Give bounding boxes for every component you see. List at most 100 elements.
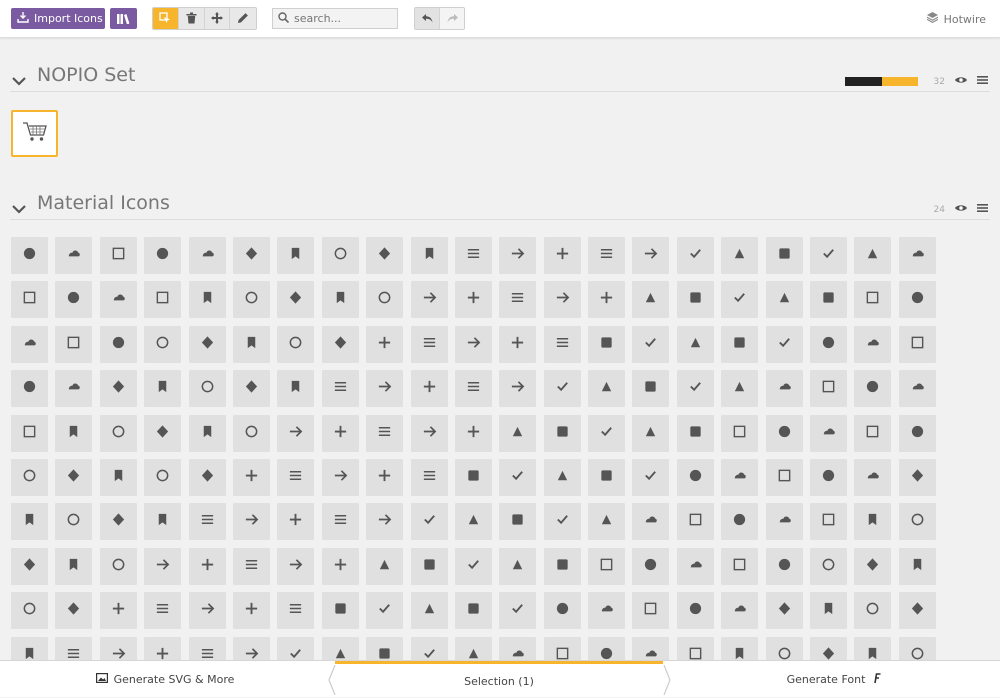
icon-tile[interactable]: [277, 281, 315, 319]
icon-tile[interactable]: [543, 325, 581, 363]
icon-tile[interactable]: [676, 281, 714, 319]
icon-tile[interactable]: [321, 503, 359, 541]
icon-tile[interactable]: [588, 547, 626, 585]
search-input[interactable]: [294, 12, 389, 25]
icon-tile[interactable]: [232, 503, 270, 541]
icon-tile[interactable]: [854, 370, 892, 408]
icon-tile[interactable]: [543, 281, 581, 319]
icon-tile[interactable]: [144, 370, 182, 408]
menu-icon[interactable]: [977, 204, 988, 215]
icon-tile[interactable]: [188, 547, 226, 585]
icon-tile[interactable]: [188, 281, 226, 319]
icon-tile[interactable]: [321, 237, 359, 274]
icon-tile[interactable]: [321, 592, 359, 630]
icon-tile[interactable]: [676, 370, 714, 408]
icon-tile[interactable]: [321, 325, 359, 363]
selected-icon-tile[interactable]: [11, 110, 58, 157]
icon-tile[interactable]: [499, 414, 537, 452]
icon-tile[interactable]: [499, 281, 537, 319]
icon-tile[interactable]: [632, 458, 670, 496]
move-tool[interactable]: [205, 8, 231, 29]
icon-tile[interactable]: [543, 414, 581, 452]
icon-tile[interactable]: [854, 592, 892, 630]
icon-tile[interactable]: [721, 325, 759, 363]
icon-tile[interactable]: [321, 370, 359, 408]
icon-tile[interactable]: [676, 503, 714, 541]
icon-tile[interactable]: [632, 592, 670, 630]
icon-tile[interactable]: [55, 237, 93, 274]
icon-tile[interactable]: [810, 547, 848, 585]
icon-tile[interactable]: [810, 458, 848, 496]
icon-tile[interactable]: [676, 237, 714, 274]
chevron-down-icon[interactable]: [12, 71, 26, 90]
icon-tile[interactable]: [588, 325, 626, 363]
icon-tile[interactable]: [721, 281, 759, 319]
icon-tile[interactable]: [898, 237, 936, 274]
icon-tile[interactable]: [765, 592, 803, 630]
icon-tile[interactable]: [454, 503, 492, 541]
icon-tile[interactable]: [810, 281, 848, 319]
icon-tile[interactable]: [588, 237, 626, 274]
icon-tile[interactable]: [765, 458, 803, 496]
icon-tile[interactable]: [721, 503, 759, 541]
icon-tile[interactable]: [898, 458, 936, 496]
icon-tile[interactable]: [721, 592, 759, 630]
edit-tool[interactable]: [230, 8, 256, 29]
eye-icon[interactable]: [955, 204, 967, 215]
icon-tile[interactable]: [11, 547, 48, 585]
icon-tile[interactable]: [277, 458, 315, 496]
icon-tile[interactable]: [898, 281, 936, 319]
icon-tile[interactable]: [11, 237, 48, 274]
icon-tile[interactable]: [810, 592, 848, 630]
icon-tile[interactable]: [588, 458, 626, 496]
icon-tile[interactable]: [188, 458, 226, 496]
icon-tile[interactable]: [588, 414, 626, 452]
delete-tool[interactable]: [179, 8, 205, 29]
icon-tile[interactable]: [499, 458, 537, 496]
icon-tile[interactable]: [676, 547, 714, 585]
icon-tile[interactable]: [144, 592, 182, 630]
icon-tile[interactable]: [11, 503, 48, 541]
icon-tile[interactable]: [543, 547, 581, 585]
icon-tile[interactable]: [765, 325, 803, 363]
icon-tile[interactable]: [543, 503, 581, 541]
icon-tile[interactable]: [854, 458, 892, 496]
icon-tile[interactable]: [765, 370, 803, 408]
icon-tile[interactable]: [721, 458, 759, 496]
icon-tile[interactable]: [366, 237, 404, 274]
library-button[interactable]: [110, 8, 137, 29]
icon-tile[interactable]: [144, 547, 182, 585]
icon-tile[interactable]: [898, 414, 936, 452]
icon-tile[interactable]: [188, 237, 226, 274]
icon-tile[interactable]: [321, 414, 359, 452]
icon-tile[interactable]: [144, 325, 182, 363]
icon-tile[interactable]: [410, 370, 448, 408]
icon-tile[interactable]: [366, 503, 404, 541]
icon-tile[interactable]: [854, 503, 892, 541]
undo-button[interactable]: [415, 8, 440, 29]
icon-tile[interactable]: [454, 237, 492, 274]
icon-tile[interactable]: [898, 503, 936, 541]
icon-tile[interactable]: [765, 547, 803, 585]
icon-tile[interactable]: [232, 414, 270, 452]
icon-tile[interactable]: [99, 370, 137, 408]
icon-tile[interactable]: [99, 237, 137, 274]
icon-tile[interactable]: [277, 503, 315, 541]
icon-tile[interactable]: [632, 370, 670, 408]
icon-tile[interactable]: [99, 503, 137, 541]
icon-tile[interactable]: [99, 592, 137, 630]
icon-tile[interactable]: [277, 547, 315, 585]
icon-tile[interactable]: [188, 325, 226, 363]
icon-tile[interactable]: [277, 370, 315, 408]
icon-tile[interactable]: [410, 414, 448, 452]
icon-tile[interactable]: [55, 281, 93, 319]
icon-tile[interactable]: [410, 458, 448, 496]
icon-tile[interactable]: [499, 503, 537, 541]
icon-tile[interactable]: [898, 547, 936, 585]
icon-tile[interactable]: [11, 458, 48, 496]
icon-tile[interactable]: [11, 281, 48, 319]
icon-tile[interactable]: [410, 503, 448, 541]
icon-tile[interactable]: [188, 370, 226, 408]
import-icons-button[interactable]: Import Icons: [11, 8, 105, 29]
icon-tile[interactable]: [99, 414, 137, 452]
